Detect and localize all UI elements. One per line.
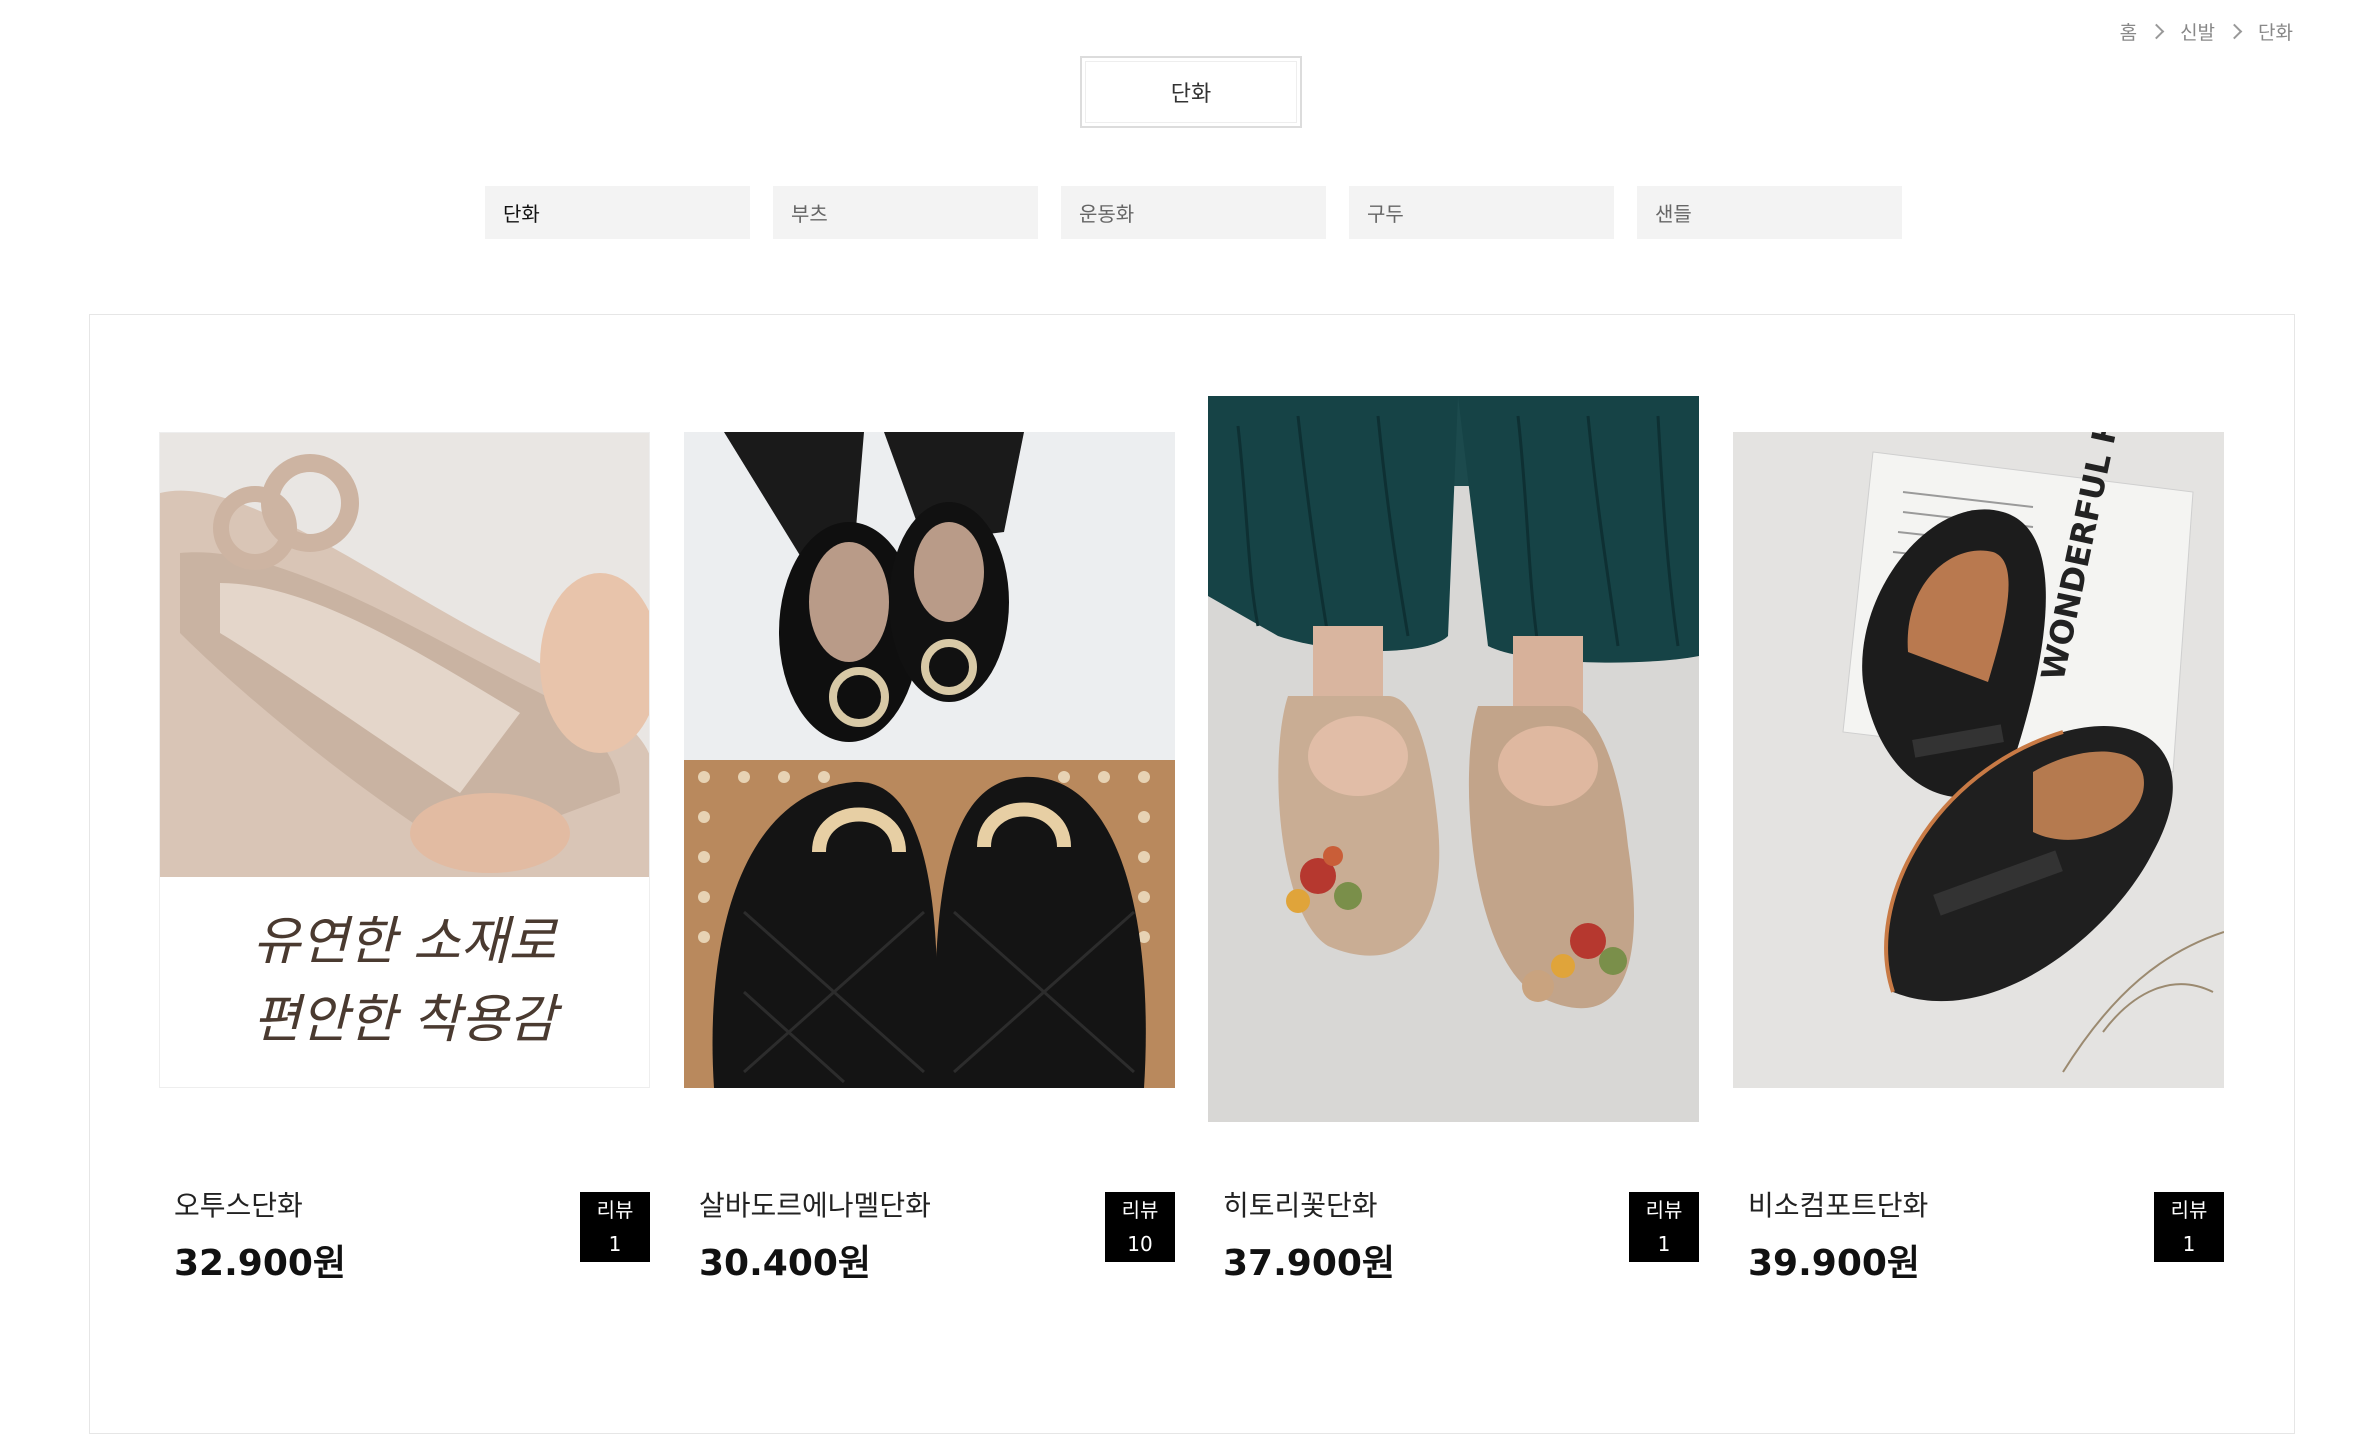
- flower-flats-photo: [1208, 396, 1699, 1122]
- chevron-right-icon: [2226, 23, 2243, 40]
- tab-boots[interactable]: 부츠: [773, 186, 1038, 239]
- review-badge-3: 리뷰 1: [1629, 1192, 1699, 1262]
- overlay-line-2: 편안한 착용감: [252, 990, 557, 1050]
- review-label: 리뷰: [596, 1198, 634, 1222]
- review-count: 1: [1657, 1232, 1671, 1256]
- product-name-2[interactable]: 살바도르에나멜단화: [699, 1184, 931, 1224]
- breadcrumb: 홈 신발 단화: [2120, 18, 2293, 45]
- review-label: 리뷰: [1121, 1198, 1159, 1222]
- product-price-1: 32.900원: [174, 1243, 347, 1284]
- loafer-photo: [160, 433, 649, 877]
- overlay-line-1: 유연한 소재로: [252, 912, 557, 972]
- enamel-flats-photo: [684, 432, 1175, 1088]
- review-label: 리뷰: [2170, 1198, 2208, 1222]
- product-image-1[interactable]: 유연한 소재로 편안한 착용감: [159, 432, 650, 1088]
- category-title: 단화: [1080, 56, 1302, 128]
- category-tabs: 단화 부츠 운동화 구두 샌들: [485, 186, 1902, 239]
- review-count: 1: [608, 1232, 622, 1256]
- review-badge-1: 리뷰 1: [580, 1192, 650, 1262]
- tab-dress-shoes[interactable]: 구두: [1349, 186, 1614, 239]
- product-price-2: 30.400원: [699, 1243, 872, 1284]
- review-badge-2: 리뷰 10: [1105, 1192, 1175, 1262]
- product-name-1[interactable]: 오투스단화: [174, 1184, 303, 1224]
- comfort-loafer-photo: WONDERFUL HOMELIFE: [1733, 432, 2224, 1088]
- review-badge-4: 리뷰 1: [2154, 1192, 2224, 1262]
- review-label: 리뷰: [1645, 1198, 1683, 1222]
- breadcrumb-shoes[interactable]: 신발: [2180, 18, 2215, 45]
- product-name-3[interactable]: 히토리꽃단화: [1223, 1184, 1378, 1224]
- product-price-3: 37.900원: [1223, 1243, 1396, 1284]
- tab-flats[interactable]: 단화: [485, 186, 750, 239]
- tab-sandals[interactable]: 샌들: [1637, 186, 1902, 239]
- breadcrumb-current[interactable]: 단화: [2258, 18, 2293, 45]
- tab-sneakers[interactable]: 운동화: [1061, 186, 1326, 239]
- product-price-4: 39.900원: [1748, 1243, 1921, 1284]
- review-count: 10: [1127, 1232, 1153, 1256]
- review-count: 1: [2182, 1232, 2196, 1256]
- product-name-4[interactable]: 비소컴포트단화: [1748, 1184, 1928, 1224]
- breadcrumb-home[interactable]: 홈: [2120, 18, 2137, 45]
- product-image-3[interactable]: [1208, 396, 1699, 1122]
- chevron-right-icon: [2148, 23, 2165, 40]
- product-image-4[interactable]: WONDERFUL HOMELIFE: [1733, 432, 2224, 1088]
- product-image-2[interactable]: [684, 432, 1175, 1088]
